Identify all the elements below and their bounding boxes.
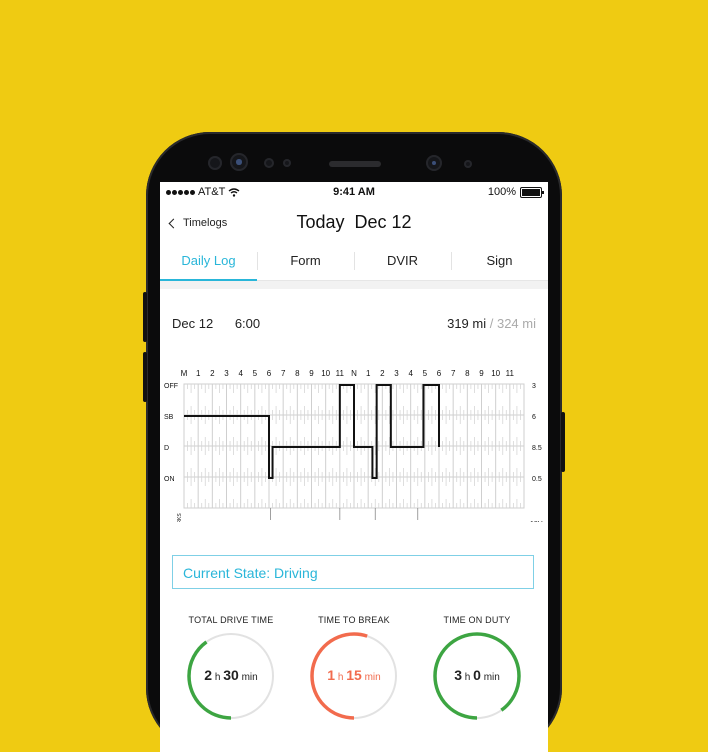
hour-label: 7	[281, 369, 286, 378]
hour-label: 5	[253, 369, 258, 378]
section-divider	[160, 281, 548, 289]
iris-camera-icon	[426, 155, 442, 171]
log-summary: Dec 12 6:00 319 mi / 324 mi	[172, 316, 536, 331]
hour-label: 2	[380, 369, 385, 378]
iris-sensor-icon	[464, 160, 472, 168]
hour-label: 8	[465, 369, 470, 378]
title-date: Dec 12	[354, 212, 412, 232]
drive-minutes: 30	[223, 667, 239, 683]
miles-driven: 319 mi	[447, 316, 487, 331]
battery-indicator: 100%	[487, 186, 544, 198]
duty-status-chart: M 1 2 3 4 5 6 7 8 9 10 11 N 1 2 3 4 5 6 7 8 9 10 11 OFF SB D ON 3 6 8.…	[160, 352, 548, 538]
drive-minutes-unit: min	[241, 672, 258, 683]
status-label: D	[164, 445, 169, 452]
metric-label: TOTAL DRIVE TIME	[188, 615, 274, 625]
earpiece-speaker	[329, 161, 381, 167]
status-total: 0.5	[532, 476, 542, 483]
break-minutes: 15	[346, 667, 362, 683]
hour-label: 10	[491, 369, 500, 378]
metric-label: TIME ON DUTY	[443, 615, 511, 625]
status-total: 6	[532, 414, 536, 421]
hour-label: 2	[210, 369, 215, 378]
volume-down-button	[143, 352, 147, 402]
hour-label: 3	[224, 369, 229, 378]
current-state-box: Current State: Driving	[172, 555, 534, 589]
hour-label: 3	[394, 369, 399, 378]
status-total: 8.5	[532, 445, 542, 452]
hour-label: 9	[309, 369, 314, 378]
proximity-sensor-icon	[264, 158, 274, 168]
hour-label: 7	[451, 369, 456, 378]
mileage: 319 mi / 324 mi	[447, 316, 536, 331]
app-screen: AT&T 9:41 AM 100% Timelogs Today Dec 12 D…	[160, 182, 548, 752]
hour-label: M	[181, 369, 188, 378]
sensor-icon	[208, 156, 222, 170]
tab-form[interactable]: Form	[257, 244, 354, 280]
status-label: ON	[164, 476, 175, 483]
tab-dvir[interactable]: DVIR	[354, 244, 451, 280]
duty-value: 3 h 0 min	[432, 667, 522, 683]
front-camera-icon	[230, 153, 248, 171]
duty-minutes: 0	[473, 667, 481, 683]
log-date: Dec 12	[172, 316, 214, 331]
duty-minutes-unit: min	[483, 672, 500, 683]
break-minutes-unit: min	[364, 672, 381, 683]
light-sensor-icon	[283, 159, 291, 167]
total-hours-label: 18H	[530, 521, 543, 522]
tab-bar: Daily Log Form DVIR Sign	[160, 244, 548, 281]
status-label: OFF	[164, 383, 178, 390]
duty-hours-unit: h	[464, 672, 471, 683]
hour-label: 1	[196, 369, 201, 378]
power-button	[561, 412, 565, 472]
hour-label: 6	[267, 369, 272, 378]
duty-status-grid: M 1 2 3 4 5 6 7 8 9 10 11 N 1 2 3 4 5 6 7 8 9 10 11OFFSBDON368.…	[164, 369, 543, 538]
tab-sign[interactable]: Sign	[451, 244, 548, 280]
hour-label: 4	[408, 369, 413, 378]
hour-label: 10	[321, 369, 330, 378]
metric-total-drive-time: TOTAL DRIVE TIME 2 h 30 min	[176, 615, 286, 720]
hour-label: 11	[336, 369, 345, 378]
battery-percent: 100%	[487, 186, 516, 198]
break-value: 1 h 15 min	[309, 667, 399, 683]
remarks-label: REMARKS	[177, 513, 183, 522]
hour-label: 8	[295, 369, 300, 378]
hour-label: 4	[238, 369, 243, 378]
metric-label: TIME TO BREAK	[318, 615, 390, 625]
tab-daily-log[interactable]: Daily Log	[160, 244, 257, 281]
navigation-bar: Timelogs Today Dec 12	[160, 204, 548, 244]
drive-hours: 2	[204, 667, 213, 683]
status-bar: AT&T 9:41 AM 100%	[160, 182, 548, 204]
metric-time-to-break: TIME TO BREAK 1 h 15 min	[299, 615, 409, 720]
title-word: Today	[296, 212, 345, 232]
status-label: SB	[164, 414, 174, 421]
break-hours: 1	[327, 667, 336, 683]
hour-label: 11	[506, 369, 515, 378]
log-time: 6:00	[234, 316, 261, 331]
phone-frame: AT&T 9:41 AM 100% Timelogs Today Dec 12 D…	[143, 132, 565, 752]
hour-label: 5	[423, 369, 428, 378]
hour-label: 1	[366, 369, 371, 378]
page-title: Today Dec 12	[160, 212, 548, 233]
hour-label: 9	[479, 369, 484, 378]
drive-time-value: 2 h 30 min	[186, 667, 276, 683]
status-total: 3	[532, 383, 536, 390]
duty-hours: 3	[454, 667, 462, 683]
hour-label: 6	[437, 369, 442, 378]
battery-icon	[520, 186, 544, 198]
miles-total: / 324 mi	[489, 316, 536, 331]
drive-hours-unit: h	[214, 672, 221, 683]
hour-label: N	[351, 369, 357, 378]
volume-up-button	[143, 292, 147, 342]
break-hours-unit: h	[337, 672, 344, 683]
metric-time-on-duty: TIME ON DUTY 3 h 0 min	[422, 615, 532, 720]
